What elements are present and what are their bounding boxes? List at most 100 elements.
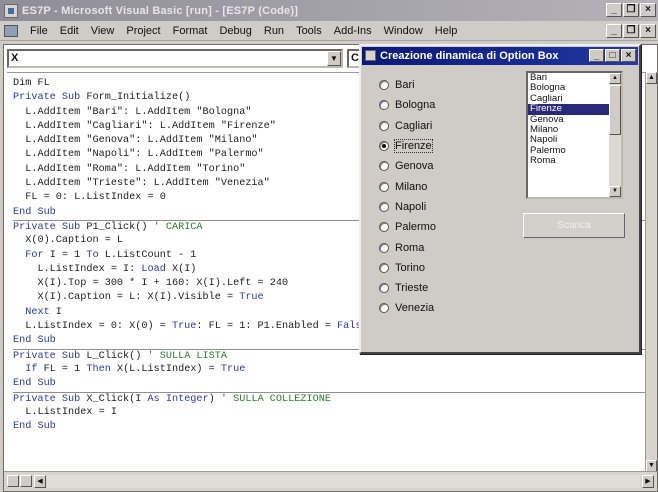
code-keyword: Then xyxy=(86,363,117,375)
code-line[interactable]: Private Sub X_Click(I As Integer) ' SULL… xyxy=(13,391,649,406)
option-bari[interactable]: Bari xyxy=(379,75,436,95)
option-firenze[interactable]: Firenze xyxy=(379,136,436,156)
form-maximize-icon[interactable]: □ xyxy=(605,49,620,62)
menu-tools[interactable]: Tools xyxy=(290,25,328,37)
menu-project[interactable]: Project xyxy=(120,25,166,37)
code-token: L.AddItem "Bari": L.AddItem "Bologna" xyxy=(13,106,252,118)
option-bologna[interactable]: Bologna xyxy=(379,95,436,115)
full-module-view-icon[interactable] xyxy=(20,475,32,487)
menu-help[interactable]: Help xyxy=(429,25,464,37)
mdi-minimize-icon[interactable]: _ xyxy=(606,24,622,38)
form-minimize-icon[interactable]: _ xyxy=(589,49,604,62)
radio-icon[interactable] xyxy=(379,242,389,253)
window-controls: _ ❐ × xyxy=(606,3,656,17)
form-icon xyxy=(365,50,376,61)
radio-icon[interactable] xyxy=(379,181,389,192)
menu-edit[interactable]: Edit xyxy=(54,25,85,37)
radio-icon[interactable] xyxy=(379,262,389,273)
code-token: X(0).Caption = L xyxy=(13,235,124,247)
form-title: Creazione dinamica di Option Box xyxy=(380,50,559,62)
menu-run[interactable]: Run xyxy=(258,25,290,37)
code-keyword: End Sub xyxy=(13,335,56,347)
code-line[interactable]: L.ListIndex = I xyxy=(13,406,649,420)
radio-icon[interactable] xyxy=(379,80,389,91)
chevron-down-icon[interactable]: ▼ xyxy=(327,51,341,66)
code-keyword: True xyxy=(220,363,246,375)
restore-icon[interactable]: ❐ xyxy=(623,3,639,17)
radio-icon[interactable] xyxy=(379,141,389,152)
code-keyword: Private Sub xyxy=(13,350,87,362)
code-token: L.ListCount - 1 xyxy=(104,249,197,261)
option-buttons: Bari Bologna Cagliari Firenze Genova Milano Na… xyxy=(379,75,436,319)
option-label: Milano xyxy=(395,180,428,193)
menu-file[interactable]: File xyxy=(24,25,54,37)
listbox-scroll-down-icon[interactable]: ▼ xyxy=(609,186,621,197)
code-comment: ' CARICA xyxy=(153,221,203,233)
radio-icon[interactable] xyxy=(379,303,389,314)
code-keyword: Private Sub xyxy=(13,393,87,405)
code-line[interactable]: If FL = 1 Then X(L.ListIndex) = True xyxy=(13,363,649,377)
listbox-item[interactable]: Roma xyxy=(528,155,610,166)
code-token: ) xyxy=(208,393,221,405)
minimize-button[interactable]: _ xyxy=(606,3,622,17)
form-close-icon[interactable]: × xyxy=(621,49,636,62)
mdi-restore-icon[interactable]: ❐ xyxy=(623,24,639,38)
option-venezia[interactable]: Venezia xyxy=(379,298,436,318)
code-line[interactable]: End Sub xyxy=(13,420,649,434)
code-keyword: True xyxy=(171,321,197,333)
option-palermo[interactable]: Palermo xyxy=(379,217,436,237)
listbox-scroll-thumb[interactable] xyxy=(609,85,621,135)
scroll-right-icon[interactable]: ▶ xyxy=(642,475,654,488)
scroll-up-icon[interactable]: ▲ xyxy=(646,72,657,84)
radio-icon[interactable] xyxy=(379,222,389,233)
code-keyword: To xyxy=(86,249,105,261)
listbox-item[interactable]: Firenze xyxy=(528,103,610,115)
scroll-left-icon[interactable]: ◀ xyxy=(34,475,46,488)
option-label: Cagliari xyxy=(395,119,433,132)
city-listbox[interactable]: Bari Bologna Cagliari Firenze Genova Milano Na… xyxy=(526,71,623,199)
code-window-icon[interactable] xyxy=(4,24,18,37)
menu-view[interactable]: View xyxy=(85,25,121,37)
mdi-close-icon[interactable]: × xyxy=(640,24,656,38)
option-milano[interactable]: Milano xyxy=(379,176,436,196)
listbox-scroll-up-icon[interactable]: ▲ xyxy=(609,73,621,84)
vb-app-icon xyxy=(4,3,18,18)
procedure-view-icon[interactable] xyxy=(7,475,19,487)
radio-icon[interactable] xyxy=(379,100,389,111)
option-genova[interactable]: Genova xyxy=(379,156,436,176)
listbox-scrollbar[interactable]: ▲ ▼ xyxy=(609,73,621,197)
radio-icon[interactable] xyxy=(379,201,389,212)
code-keyword: Next xyxy=(13,306,56,318)
menu-debug[interactable]: Debug xyxy=(213,25,257,37)
form-title-bar[interactable]: Creazione dinamica di Option Box _ □ × xyxy=(362,47,638,65)
option-cagliari[interactable]: Cagliari xyxy=(379,116,436,136)
menu-window[interactable]: Window xyxy=(378,25,429,37)
option-label: Venezia xyxy=(395,302,435,315)
code-token: I = 1 xyxy=(49,249,87,261)
option-label: Bologna xyxy=(395,99,436,112)
radio-icon[interactable] xyxy=(379,120,389,131)
radio-icon[interactable] xyxy=(379,283,389,294)
code-token: L.AddItem "Trieste": L.AddItem "Venezia" xyxy=(13,178,270,190)
option-napoli[interactable]: Napoli xyxy=(379,197,436,217)
object-combo[interactable]: X ▼ xyxy=(7,49,343,68)
code-token: P1_Click() xyxy=(86,221,154,233)
scarica-button[interactable]: Scarica xyxy=(523,213,625,238)
option-label: Firenze xyxy=(394,139,433,154)
code-line[interactable]: End Sub xyxy=(13,377,649,391)
close-button[interactable]: × xyxy=(640,3,656,17)
code-token: L.ListIndex = I: xyxy=(13,263,142,275)
radio-icon[interactable] xyxy=(379,161,389,172)
option-label: Trieste xyxy=(395,282,429,295)
code-comment: ' SULLA COLLEZIONE xyxy=(220,393,331,405)
menu-format[interactable]: Format xyxy=(167,25,214,37)
code-keyword: End Sub xyxy=(13,206,56,218)
option-torino[interactable]: Torino xyxy=(379,258,436,278)
option-roma[interactable]: Roma xyxy=(379,237,436,257)
window-title-bar[interactable]: ES7P - Microsoft Visual Basic [run] - [E… xyxy=(0,0,658,21)
horizontal-scrollbar[interactable] xyxy=(47,475,640,488)
code-token: X_Click(I xyxy=(86,393,148,405)
option-trieste[interactable]: Trieste xyxy=(379,278,436,298)
vertical-scrollbar[interactable]: ▲ ▼ xyxy=(645,72,657,472)
menu-addins[interactable]: Add-Ins xyxy=(328,25,378,37)
